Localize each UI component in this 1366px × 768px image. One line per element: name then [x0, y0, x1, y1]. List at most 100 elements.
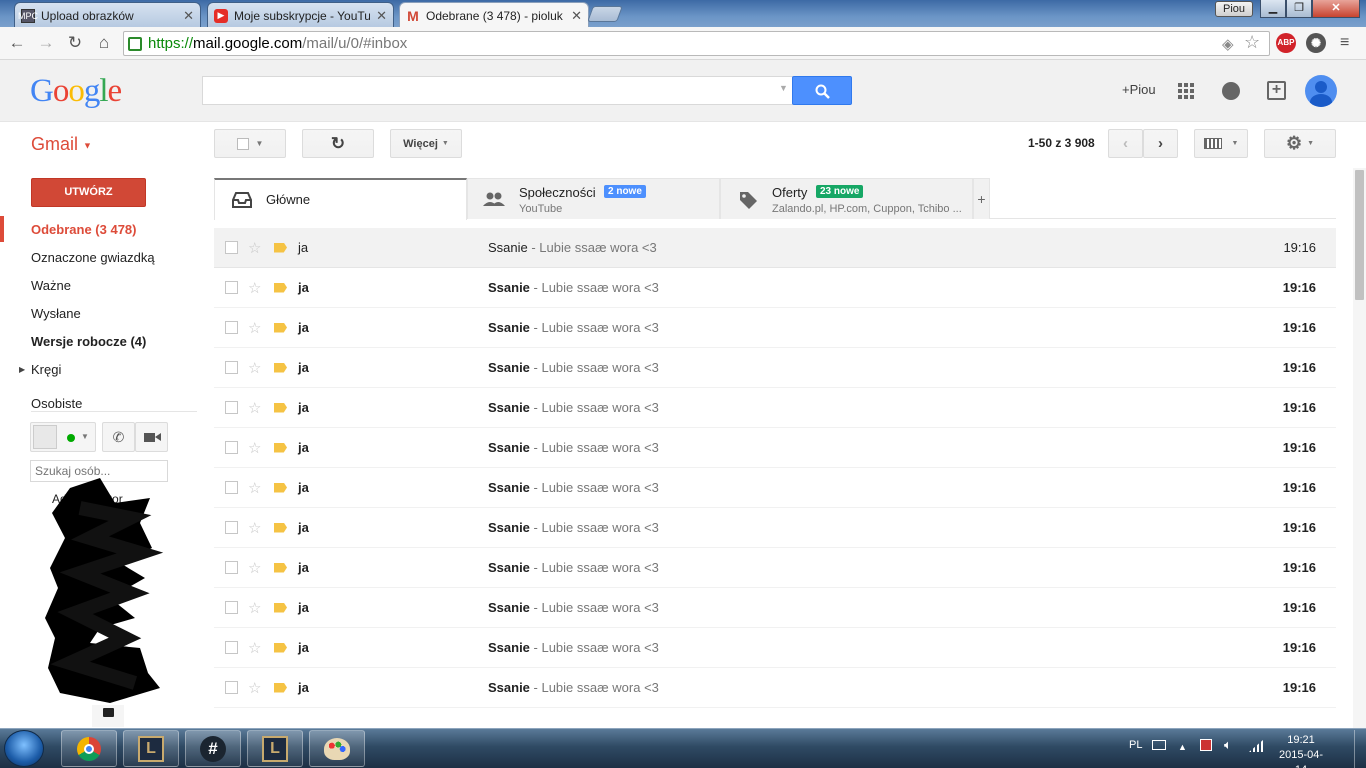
browser-tab-youtube[interactable]: ▶ Moje subskrypcje - YouTu ✕	[207, 2, 394, 28]
compose-button[interactable]: UTWÓRZ	[31, 178, 146, 207]
add-tab-button[interactable]: +	[973, 178, 990, 219]
browser-tab-upload[interactable]: MPC Upload obrazków ✕	[14, 2, 201, 28]
nav-personal[interactable]: Osobiste	[31, 396, 82, 411]
taskbar-chrome[interactable]	[61, 730, 117, 767]
star-icon[interactable]: ☆	[248, 319, 264, 337]
input-tools-button[interactable]: ▼	[1194, 129, 1248, 158]
reload-icon[interactable]: ↻	[64, 32, 86, 54]
star-icon[interactable]: ☆	[248, 559, 264, 577]
email-row[interactable]: ☆ ja Ssanie - Lubie ssaæ wora <3 19:16	[214, 268, 1336, 308]
share-plus-icon[interactable]: +	[1267, 81, 1286, 100]
row-checkbox[interactable]	[225, 641, 238, 654]
phone-icon[interactable]: ✆	[102, 422, 135, 452]
chat-bubble-icon[interactable]	[103, 708, 114, 717]
back-arrow-icon[interactable]: ←	[6, 32, 28, 54]
volume-icon[interactable]: 🔈︎	[1224, 737, 1232, 753]
importance-marker-icon[interactable]	[274, 442, 287, 453]
star-icon[interactable]: ☆	[248, 639, 264, 657]
show-desktop-button[interactable]	[1354, 730, 1366, 768]
tab-promotions[interactable]: Oferty 23 nowe Zalando.pl, HP.com, Cuppo…	[720, 178, 973, 219]
scrollbar-thumb[interactable]	[1355, 170, 1364, 300]
system-clock[interactable]: 19:21 2015-04-14	[1278, 733, 1324, 768]
menu-icon[interactable]: ≡	[1340, 34, 1349, 52]
nav-circles[interactable]: Kręgi	[31, 362, 61, 377]
close-tab-icon[interactable]: ✕	[376, 8, 387, 24]
more-button[interactable]: Więcej ▼	[390, 129, 462, 158]
refresh-button[interactable]: ↻	[302, 129, 374, 158]
minimize-button[interactable]: ▁	[1260, 0, 1286, 18]
row-checkbox[interactable]	[225, 521, 238, 534]
close-tab-icon[interactable]: ✕	[571, 8, 582, 24]
importance-marker-icon[interactable]	[274, 362, 287, 373]
taskbar-paint[interactable]	[309, 730, 365, 767]
star-icon[interactable]: ☆	[248, 679, 264, 697]
taskbar-league-2[interactable]: L	[247, 730, 303, 767]
tab-social[interactable]: Społeczności 2 nowe YouTube	[467, 178, 720, 219]
nav-drafts[interactable]: Wersje robocze (4)	[31, 334, 146, 349]
prev-page-button[interactable]: ‹	[1108, 129, 1143, 158]
profile-badge[interactable]: Piou	[1215, 1, 1253, 17]
next-page-button[interactable]: ›	[1143, 129, 1178, 158]
star-icon[interactable]: ☆	[248, 399, 264, 417]
row-checkbox[interactable]	[225, 361, 238, 374]
avatar[interactable]	[1305, 75, 1337, 107]
nav-starred[interactable]: Oznaczone gwiazdką	[31, 250, 155, 265]
email-row[interactable]: ☆ ja Ssanie - Lubie ssaæ wora <3 19:16	[214, 308, 1336, 348]
star-icon[interactable]: ☆	[248, 479, 264, 497]
taskbar-league[interactable]: L	[123, 730, 179, 767]
new-tab-button[interactable]	[587, 6, 623, 22]
email-row[interactable]: ☆ ja Ssanie - Lubie ssaæ wora <3 19:16	[214, 388, 1336, 428]
home-icon[interactable]: ⌂	[93, 32, 115, 54]
row-checkbox[interactable]	[225, 441, 238, 454]
row-checkbox[interactable]	[225, 561, 238, 574]
email-row[interactable]: ☆ ja Ssanie - Lubie ssaæ wora <3 19:16	[214, 468, 1336, 508]
profile-link[interactable]: +Piou	[1122, 82, 1156, 97]
email-row[interactable]: ☆ ja Ssanie - Lubie ssaæ wora <3 19:16	[214, 588, 1336, 628]
star-icon[interactable]: ☆	[248, 279, 264, 297]
language-indicator[interactable]: PL	[1129, 739, 1142, 751]
browser-tab-gmail[interactable]: M Odebrane (3 478) - pioluk ✕	[399, 2, 589, 29]
email-row[interactable]: ☆ ja Ssanie - Lubie ssaæ wora <3 19:16	[214, 668, 1336, 708]
forward-arrow-icon[interactable]: →	[35, 32, 57, 54]
star-icon[interactable]: ☆	[248, 599, 264, 617]
star-icon[interactable]: ☆	[248, 359, 264, 377]
select-all-button[interactable]: ▼	[214, 129, 286, 158]
notifications-bell-icon[interactable]	[1222, 82, 1240, 100]
importance-marker-icon[interactable]	[274, 562, 287, 573]
translate-icon[interactable]: ◈	[1222, 35, 1234, 53]
star-icon[interactable]: ☆	[248, 239, 264, 257]
apps-grid-icon[interactable]	[1178, 83, 1194, 99]
importance-marker-icon[interactable]	[274, 522, 287, 533]
email-row[interactable]: ☆ ja Ssanie - Lubie ssaæ wora <3 19:16	[214, 628, 1336, 668]
start-button[interactable]	[4, 730, 44, 767]
google-logo[interactable]: Google	[30, 73, 122, 110]
search-input[interactable]: ▼	[202, 76, 793, 105]
importance-marker-icon[interactable]	[274, 322, 287, 333]
importance-marker-icon[interactable]	[274, 402, 287, 413]
email-row[interactable]: ☆ ja Ssanie - Lubie ssaæ wora <3 19:16	[214, 548, 1336, 588]
email-row[interactable]: ☆ ja Ssanie - Lubie ssaæ wora <3 19:16	[214, 428, 1336, 468]
address-bar[interactable]: https://mail.google.com/mail/u/0/#inbox	[123, 31, 1270, 56]
importance-marker-icon[interactable]	[274, 642, 287, 653]
action-center-icon[interactable]	[1200, 739, 1212, 751]
importance-marker-icon[interactable]	[274, 482, 287, 493]
gmail-product-menu[interactable]: Gmail ▼	[31, 134, 92, 155]
keyboard-icon[interactable]	[1152, 740, 1166, 750]
adblock-icon[interactable]: ABP	[1276, 33, 1296, 53]
chat-status-button[interactable]: ▼	[30, 422, 96, 452]
film-reel-icon[interactable]: ✺	[1306, 33, 1326, 53]
email-row[interactable]: ☆ ja Ssanie - Lubie ssaæ wora <3 19:16	[214, 228, 1336, 268]
row-checkbox[interactable]	[225, 601, 238, 614]
close-tab-icon[interactable]: ✕	[183, 8, 194, 24]
maximize-button[interactable]: ❐	[1286, 0, 1312, 18]
expand-triangle-icon[interactable]: ▶	[19, 365, 25, 374]
row-checkbox[interactable]	[225, 681, 238, 694]
row-checkbox[interactable]	[225, 321, 238, 334]
importance-marker-icon[interactable]	[274, 602, 287, 613]
nav-inbox[interactable]: Odebrane (3 478)	[31, 222, 137, 237]
email-row[interactable]: ☆ ja Ssanie - Lubie ssaæ wora <3 19:16	[214, 348, 1336, 388]
star-icon[interactable]: ☆	[248, 439, 264, 457]
star-icon[interactable]: ☆	[248, 519, 264, 537]
search-options-icon[interactable]: ▼	[779, 83, 788, 93]
importance-marker-icon[interactable]	[274, 682, 287, 693]
